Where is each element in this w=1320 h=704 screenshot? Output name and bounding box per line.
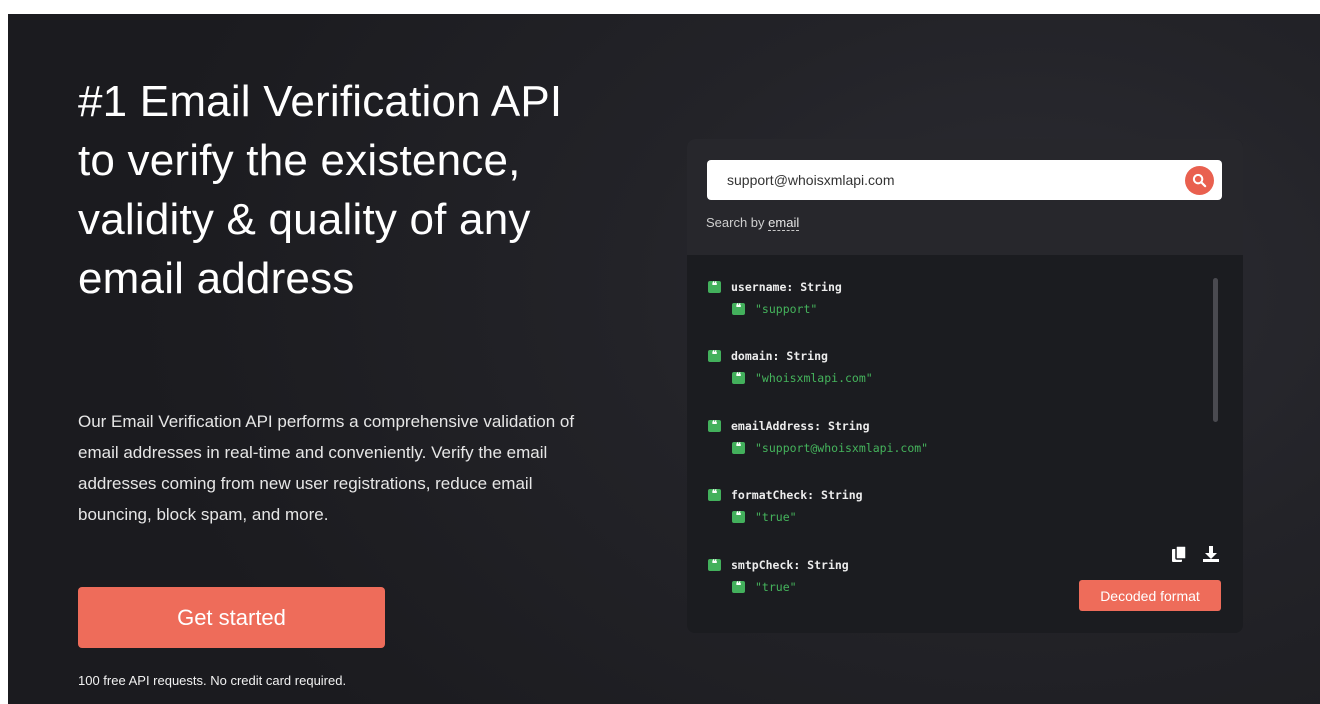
get-started-button[interactable]: Get started xyxy=(78,587,385,648)
field-value: "true" xyxy=(755,580,797,594)
quote-icon: ❝ xyxy=(708,420,721,432)
field-value: "true" xyxy=(755,510,797,524)
result-field: ❝ username: String ❝ "support" xyxy=(708,276,842,320)
result-field: ❝ smtpCheck: String ❝ "true" xyxy=(708,554,849,598)
quote-icon: ❝ xyxy=(708,559,721,571)
hero-description: Our Email Verification API performs a co… xyxy=(78,412,575,524)
field-type: String xyxy=(821,488,863,502)
search-hint-prefix: Search by xyxy=(706,215,769,230)
field-key: domain xyxy=(731,349,773,363)
field-value: "support" xyxy=(755,302,818,316)
field-key: username xyxy=(731,280,787,294)
decoded-format-button[interactable]: Decoded format xyxy=(1079,580,1221,611)
search-button[interactable] xyxy=(1185,166,1214,195)
field-value: "support@whoisxmlapi.com" xyxy=(755,441,929,455)
search-by-email-link[interactable]: email xyxy=(768,215,800,231)
field-value: "whoisxmlapi.com" xyxy=(755,371,873,385)
result-field: ❝ formatCheck: String ❝ "true" xyxy=(708,484,863,528)
copy-icon[interactable] xyxy=(1171,545,1187,563)
hero-section: #1 Email Verification API to verify the … xyxy=(8,14,1320,704)
download-icon[interactable] xyxy=(1202,545,1220,563)
result-field: ❝ domain: String ❝ "whoisxmlapi.com" xyxy=(708,345,873,389)
quote-icon: ❝ xyxy=(732,372,745,384)
quote-icon: ❝ xyxy=(708,350,721,362)
field-key: formatCheck xyxy=(731,488,808,502)
quote-icon: ❝ xyxy=(732,442,745,454)
free-requests-note: 100 free API requests. No credit card re… xyxy=(78,673,347,688)
field-key: smtpCheck xyxy=(731,558,794,572)
quote-icon: ❝ xyxy=(708,281,721,293)
result-field: ❝ emailAddress: String ❝ "support@whoisx… xyxy=(708,415,928,459)
search-box xyxy=(707,160,1222,200)
page-headline: #1 Email Verification API to verify the … xyxy=(78,77,563,303)
field-type: String xyxy=(807,558,849,572)
api-response-panel: ❝ username: String ❝ "support" ❝ domain:… xyxy=(687,255,1243,633)
field-key: emailAddress xyxy=(731,419,815,433)
field-type: String xyxy=(800,280,842,294)
search-hint: Search by email xyxy=(706,215,800,231)
search-icon xyxy=(1192,173,1207,188)
field-type: String xyxy=(827,419,870,433)
results-scrollbar[interactable] xyxy=(1213,278,1218,422)
quote-icon: ❝ xyxy=(732,581,745,593)
api-demo-panel: Search by email ❝ username: String ❝ "su… xyxy=(687,139,1243,633)
quote-icon: ❝ xyxy=(732,303,745,315)
email-search-input[interactable] xyxy=(727,160,1167,200)
quote-icon: ❝ xyxy=(708,489,721,501)
demo-search-area: Search by email xyxy=(687,139,1243,255)
quote-icon: ❝ xyxy=(732,511,745,523)
field-type: String xyxy=(786,349,828,363)
